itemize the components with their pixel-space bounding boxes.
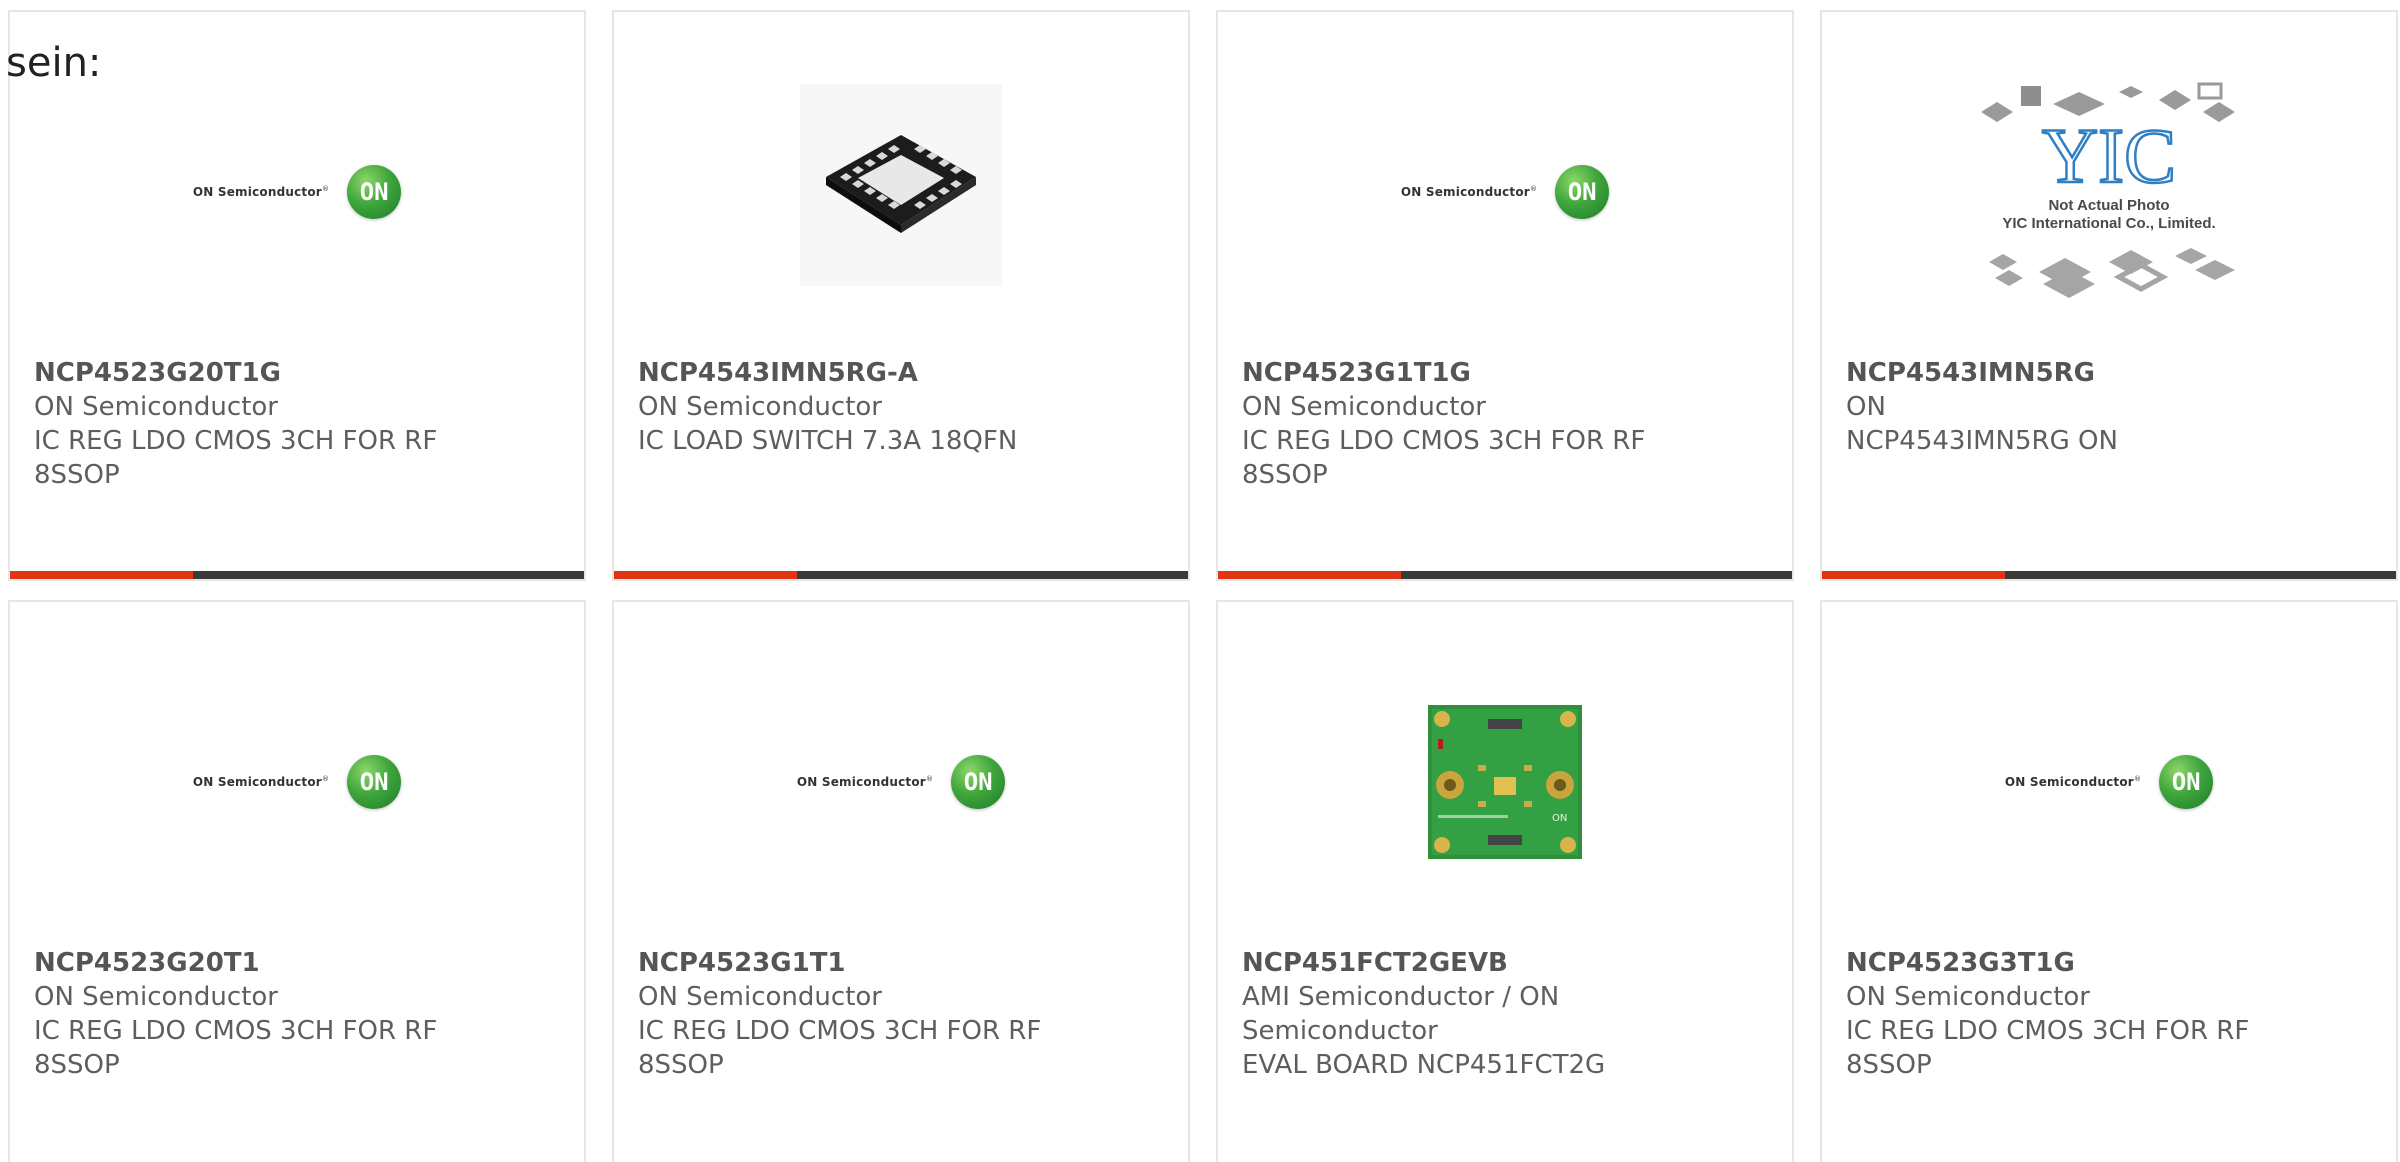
manufacturer: ON Semiconductor xyxy=(1846,982,2090,1012)
part-number-link[interactable]: NCP4523G3T1G xyxy=(1846,946,2286,980)
product-image[interactable]: ON xyxy=(1218,662,1792,902)
manufacturer: ON Semiconductor xyxy=(638,982,882,1012)
qfn-chip-image xyxy=(800,84,1002,286)
part-number-link[interactable]: NCP4523G1T1 xyxy=(638,946,1078,980)
on-logo-disc: ON xyxy=(951,755,1006,809)
on-semiconductor-logo: ON Semiconductor® ON xyxy=(1401,165,1610,219)
part-number-link[interactable]: NCP451FCT2GEVB xyxy=(1242,946,1682,980)
product-info: NCP451FCT2GEVB AMI Semiconductor / ON Se… xyxy=(1242,946,1682,1082)
product-image[interactable]: ON Semiconductor® ON xyxy=(1218,72,1792,312)
manufacturer: ON Semiconductor xyxy=(34,392,278,422)
description: IC REG LDO CMOS 3CH FOR RF 8SSOP xyxy=(638,1016,1042,1080)
on-semiconductor-logo: ON Semiconductor® ON xyxy=(797,755,1006,809)
description: EVAL BOARD NCP451FCT2G xyxy=(1242,1050,1606,1080)
part-number-link[interactable]: NCP4523G1T1G xyxy=(1242,356,1682,390)
manufacturer: ON Semiconductor xyxy=(1242,392,1486,422)
part-number-link[interactable]: NCP4523G20T1 xyxy=(34,946,474,980)
product-card[interactable]: ON Semiconductor® ON NCP4523G20T1 ON Sem… xyxy=(8,600,586,1162)
product-image[interactable]: ON Semiconductor® ON xyxy=(10,662,584,902)
on-logo-disc: ON xyxy=(347,755,402,809)
product-image[interactable]: YIC Not Actual Photo YIC International C… xyxy=(1822,72,2396,312)
manufacturer: ON Semiconductor xyxy=(34,982,278,1012)
product-card[interactable]: ON NCP451FCT2GEVB AMI Semiconductor / ON… xyxy=(1216,600,1794,1162)
product-card[interactable]: YIC Not Actual Photo YIC International C… xyxy=(1820,10,2398,581)
product-card[interactable]: ON Semiconductor® ON NCP4523G3T1G ON Sem… xyxy=(1820,600,2398,1162)
description: IC LOAD SWITCH 7.3A 18QFN xyxy=(638,426,1018,456)
eval-board-image: ON xyxy=(1428,705,1582,859)
description: NCP4543IMN5RG ON xyxy=(1846,426,2118,456)
card-accent-bar xyxy=(614,571,1188,579)
svg-text:ON: ON xyxy=(1552,813,1567,824)
yic-caption-line1: Not Actual Photo xyxy=(2048,197,2169,214)
product-image[interactable] xyxy=(614,72,1188,312)
on-logo-disc: ON xyxy=(1555,165,1610,219)
product-card[interactable]: ON Semiconductor® ON NCP4523G20T1G ON Se… xyxy=(8,10,586,581)
part-number-link[interactable]: NCP4543IMN5RG-A xyxy=(638,356,1078,390)
product-grid-page: sein: ON Semiconductor® ON NCP4523G20T1G… xyxy=(0,0,2400,1162)
part-number-link[interactable]: NCP4523G20T1G xyxy=(34,356,474,390)
on-semiconductor-logo: ON Semiconductor® ON xyxy=(2005,755,2214,809)
on-semiconductor-logo: ON Semiconductor® ON xyxy=(193,755,402,809)
yic-logo-mark: YIC xyxy=(2042,112,2176,199)
card-accent-bar xyxy=(1218,571,1792,579)
yic-placeholder-image: YIC Not Actual Photo YIC International C… xyxy=(1981,82,2235,298)
product-info: NCP4523G20T1G ON Semiconductor IC REG LD… xyxy=(34,356,474,492)
manufacturer: AMI Semiconductor / ON Semiconductor xyxy=(1242,982,1560,1046)
description: IC REG LDO CMOS 3CH FOR RF 8SSOP xyxy=(1846,1016,2250,1080)
product-info: NCP4523G1T1 ON Semiconductor IC REG LDO … xyxy=(638,946,1078,1082)
manufacturer: ON xyxy=(1846,392,1886,422)
product-info: NCP4543IMN5RG ON NCP4543IMN5RG ON xyxy=(1846,356,2286,458)
product-card[interactable]: NCP4543IMN5RG-A ON Semiconductor IC LOAD… xyxy=(612,10,1190,581)
product-card[interactable]: ON Semiconductor® ON NCP4523G1T1 ON Semi… xyxy=(612,600,1190,1162)
description: IC REG LDO CMOS 3CH FOR RF 8SSOP xyxy=(1242,426,1646,490)
card-accent-bar xyxy=(10,571,584,579)
card-accent-bar xyxy=(1822,571,2396,579)
part-number-link[interactable]: NCP4543IMN5RG xyxy=(1846,356,2286,390)
product-image[interactable]: ON Semiconductor® ON xyxy=(10,72,584,312)
on-logo-disc: ON xyxy=(347,165,402,219)
product-info: NCP4523G1T1G ON Semiconductor IC REG LDO… xyxy=(1242,356,1682,492)
product-card[interactable]: ON Semiconductor® ON NCP4523G1T1G ON Sem… xyxy=(1216,10,1794,581)
yic-caption-line2: YIC International Co., Limited. xyxy=(2002,215,2215,232)
description: IC REG LDO CMOS 3CH FOR RF 8SSOP xyxy=(34,1016,438,1080)
on-logo-disc: ON xyxy=(2159,755,2214,809)
product-info: NCP4523G3T1G ON Semiconductor IC REG LDO… xyxy=(1846,946,2286,1082)
lead-text: sein: xyxy=(6,40,102,86)
product-info: NCP4523G20T1 ON Semiconductor IC REG LDO… xyxy=(34,946,474,1082)
product-image[interactable]: ON Semiconductor® ON xyxy=(614,662,1188,902)
product-image[interactable]: ON Semiconductor® ON xyxy=(1822,662,2396,902)
description: IC REG LDO CMOS 3CH FOR RF 8SSOP xyxy=(34,426,438,490)
on-semiconductor-logo: ON Semiconductor® ON xyxy=(193,165,402,219)
manufacturer: ON Semiconductor xyxy=(638,392,882,422)
product-info: NCP4543IMN5RG-A ON Semiconductor IC LOAD… xyxy=(638,356,1078,458)
